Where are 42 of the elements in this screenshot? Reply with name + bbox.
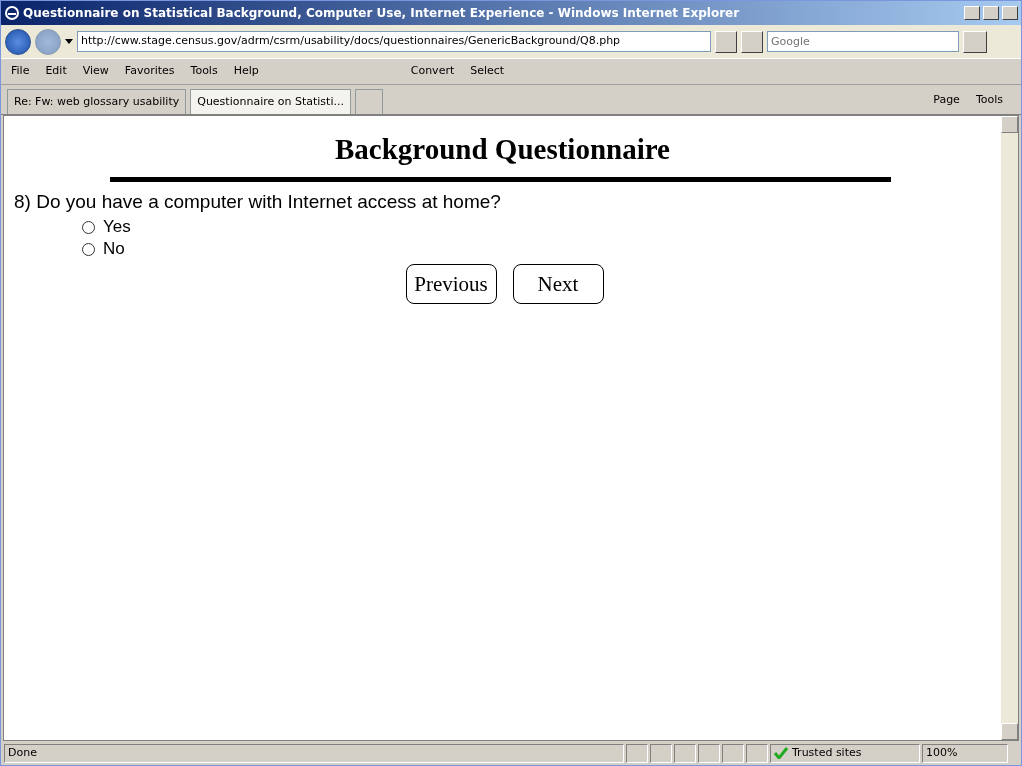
- command-button[interactable]: Page: [933, 91, 960, 108]
- zoom-control[interactable]: 100%: [922, 743, 1008, 763]
- menu-item[interactable]: Tools: [190, 63, 218, 80]
- scrollbar[interactable]: [1001, 116, 1018, 740]
- window-title: Questionnaire on Statistical Background, Computer Use, Internet Experience - Windows Internet Explorer: [23, 5, 741, 22]
- nav-button[interactable]: Next: [512, 264, 604, 305]
- status-pane: [674, 743, 696, 763]
- page-heading: Background Questionnaire: [334, 132, 671, 167]
- search-field[interactable]: Google: [767, 31, 959, 52]
- status-pane: [746, 743, 768, 763]
- option-label: Yes: [103, 216, 131, 239]
- command-button[interactable]: Tools: [975, 91, 1003, 108]
- close-button[interactable]: [1002, 6, 1018, 20]
- status-pane: [722, 743, 744, 763]
- tab[interactable]: Re: Fw: web glossary usability: [7, 89, 187, 114]
- question-text: 8) Do you have a computer with Internet access at home?: [14, 189, 502, 214]
- radio-button[interactable]: [82, 220, 95, 234]
- tab[interactable]: Questionnaire on Statisti...: [190, 89, 351, 114]
- nav-button[interactable]: Previous: [405, 264, 497, 305]
- search-button[interactable]: [963, 30, 987, 53]
- maximize-button[interactable]: [983, 6, 999, 20]
- status-pane: [626, 743, 648, 763]
- check-icon: [774, 747, 788, 759]
- menu-item[interactable]: View: [82, 63, 109, 80]
- security-zone: Trusted sites: [792, 744, 862, 761]
- menu-item[interactable]: File: [11, 63, 30, 80]
- radio-button[interactable]: [82, 242, 95, 256]
- toolbar-button[interactable]: Select: [470, 63, 505, 80]
- refresh-button[interactable]: [715, 30, 737, 53]
- toolbar-button[interactable]: Convert: [410, 63, 455, 80]
- dropdown-caret-icon[interactable]: [65, 39, 73, 44]
- menu-item[interactable]: Edit: [45, 63, 67, 80]
- stop-button[interactable]: [741, 30, 763, 53]
- address-field[interactable]: http://cww.stage.census.gov/adrm/csrm/usability/docs/questionnaires/GenericBackground/Q8.php: [77, 31, 711, 52]
- status-pane: [698, 743, 720, 763]
- menu-item[interactable]: Help: [233, 63, 259, 80]
- minimize-button[interactable]: [964, 6, 980, 20]
- back-button[interactable]: [5, 28, 31, 55]
- status-pane: [650, 743, 672, 763]
- option-label: No: [103, 238, 125, 261]
- status-text: Done: [4, 743, 624, 763]
- menu-item[interactable]: Favorites: [124, 63, 175, 80]
